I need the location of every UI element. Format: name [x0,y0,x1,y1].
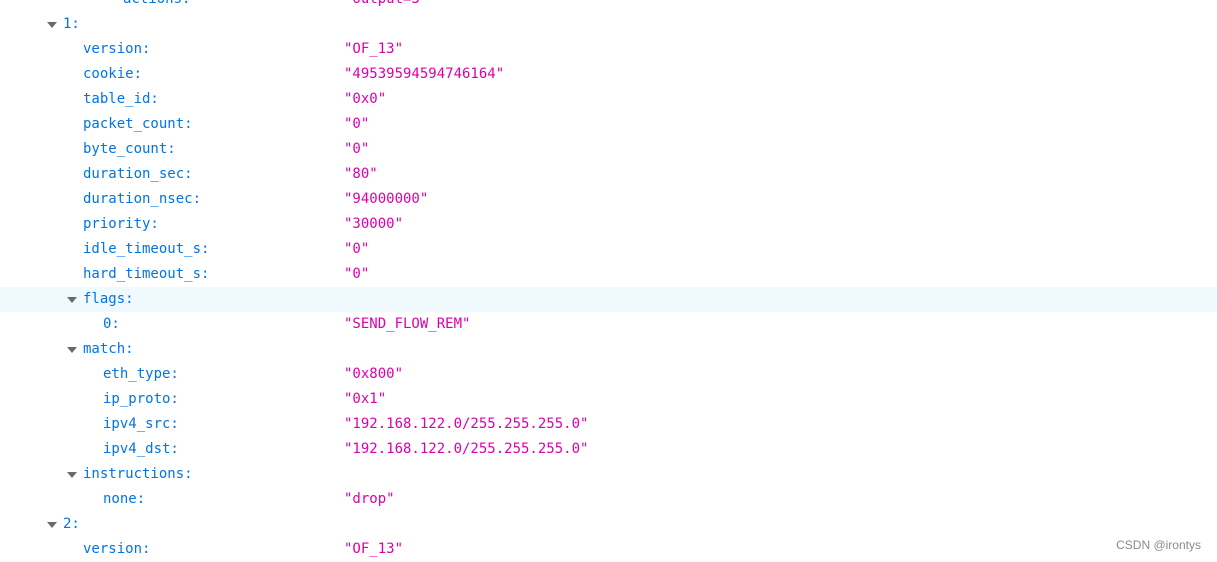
tree-row[interactable]: 0: "SEND_FLOW_REM" [0,312,1217,337]
row-value: "output=3" [344,0,428,12]
watermark: CSDN @irontys [1116,538,1201,552]
row-value: "0" [344,116,370,132]
row-value: "SEND_FLOW_REM" [344,316,471,332]
row-value: "192.168.122.0/255.255.255.0" [344,416,589,432]
tree-row[interactable]: eth_type: "0x800" [0,362,1217,387]
row-key: ipv4_src: [103,416,179,432]
row-value: "0x0" [344,91,387,107]
row-key: instructions: [83,466,193,482]
row-key: cookie: [83,66,143,82]
tree-node[interactable]: instructions: [0,462,1217,487]
row-key: idle_timeout_s: [83,241,210,257]
row-key: ip_proto: [103,391,179,407]
row-key: 1: [63,16,80,32]
row-value: "0" [344,241,370,257]
row-key: duration_sec: [83,166,193,182]
row-value: "49539594594746164" [344,66,505,82]
tree-row[interactable]: cookie: "49539594594746164" [0,62,1217,87]
expand-toggle-icon[interactable] [67,347,77,353]
tree-row[interactable]: table_id: "0x0" [0,87,1217,112]
tree-node[interactable]: match: [0,337,1217,362]
row-value: "0x1" [344,391,387,407]
tree-row[interactable]: actions: "output=3" [0,0,1217,12]
row-key: version: [83,541,151,557]
row-key: duration_nsec: [83,191,202,207]
row-key: 2: [63,516,80,532]
tree-row[interactable]: version: "OF_13" [0,537,1217,562]
tree-node[interactable]: 1: [0,12,1217,37]
row-key: eth_type: [103,366,179,382]
row-key: table_id: [83,91,159,107]
row-key: flags: [83,291,134,307]
tree-row[interactable]: byte_count: "0" [0,137,1217,162]
row-key: hard_timeout_s: [83,266,210,282]
tree-row[interactable]: ipv4_dst: "192.168.122.0/255.255.255.0" [0,437,1217,462]
row-value: "0x800" [344,366,404,382]
row-value: "192.168.122.0/255.255.255.0" [344,441,589,457]
row-key: version: [83,41,151,57]
row-key: byte_count: [83,141,176,157]
tree-row[interactable]: duration_sec: "80" [0,162,1217,187]
json-tree: actions:"output=3"1:version:"OF_13"cooki… [0,0,1217,562]
row-value: "80" [344,166,378,182]
expand-toggle-icon[interactable] [67,472,77,478]
row-value: "0" [344,141,370,157]
row-key: actions: [123,0,190,12]
tree-node[interactable]: 2: [0,512,1217,537]
row-key: 0: [103,316,120,332]
tree-row[interactable]: priority: "30000" [0,212,1217,237]
row-key: match: [83,341,134,357]
row-key: packet_count: [83,116,193,132]
tree-row[interactable]: ip_proto: "0x1" [0,387,1217,412]
expand-toggle-icon[interactable] [47,22,57,28]
tree-row[interactable]: idle_timeout_s: "0" [0,237,1217,262]
row-value: "0" [344,266,370,282]
tree-row[interactable]: duration_nsec: "94000000" [0,187,1217,212]
row-key: none: [103,491,146,507]
tree-row[interactable]: hard_timeout_s: "0" [0,262,1217,287]
tree-row[interactable]: ipv4_src: "192.168.122.0/255.255.255.0" [0,412,1217,437]
row-key: priority: [83,216,159,232]
row-value: "94000000" [344,191,429,207]
expand-toggle-icon[interactable] [47,522,57,528]
expand-toggle-icon[interactable] [67,297,77,303]
row-value: "OF_13" [344,541,404,557]
tree-node[interactable]: flags: [0,287,1217,312]
tree-row[interactable]: version: "OF_13" [0,37,1217,62]
tree-row[interactable]: none: "drop" [0,487,1217,512]
row-key: ipv4_dst: [103,441,179,457]
row-value: "drop" [344,491,395,507]
row-value: "30000" [344,216,404,232]
tree-row[interactable]: packet_count: "0" [0,112,1217,137]
row-value: "OF_13" [344,41,404,57]
